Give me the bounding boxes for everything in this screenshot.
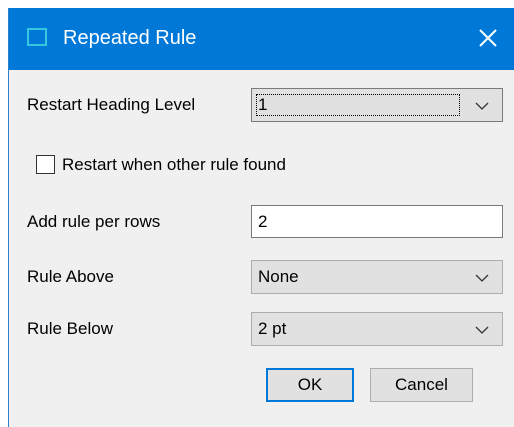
- window-icon: [27, 28, 47, 46]
- add-rule-per-rows-label: Add rule per rows: [27, 212, 161, 231]
- title-bar: Repeated Rule: [9, 8, 514, 70]
- cancel-button[interactable]: Cancel: [370, 368, 473, 402]
- close-icon: [479, 29, 497, 47]
- dialog-title: Repeated Rule: [63, 27, 197, 49]
- close-button[interactable]: [471, 21, 505, 55]
- rule-above-select[interactable]: None: [251, 260, 503, 294]
- restart-heading-level-select[interactable]: 1: [251, 88, 503, 122]
- restart-heading-level-label: Restart Heading Level: [27, 95, 196, 114]
- chevron-down-icon: [475, 274, 489, 282]
- ok-button[interactable]: OK: [266, 368, 354, 402]
- rule-below-label: Rule Below: [27, 319, 113, 338]
- repeated-rule-dialog: Repeated Rule Restart Heading Level 1 Re…: [8, 8, 514, 427]
- chevron-down-icon: [475, 326, 489, 334]
- chevron-down-icon: [475, 102, 489, 110]
- rule-below-value: 2 pt: [258, 319, 287, 338]
- rule-below-select[interactable]: 2 pt: [251, 312, 503, 346]
- restart-when-other-rule-found-label: Restart when other rule found: [62, 155, 286, 174]
- restart-when-other-rule-found-checkbox[interactable]: [36, 155, 55, 174]
- rule-above-value: None: [258, 267, 299, 286]
- restart-heading-level-value: 1: [256, 94, 460, 116]
- rule-above-label: Rule Above: [27, 267, 114, 286]
- add-rule-per-rows-input[interactable]: [251, 205, 503, 238]
